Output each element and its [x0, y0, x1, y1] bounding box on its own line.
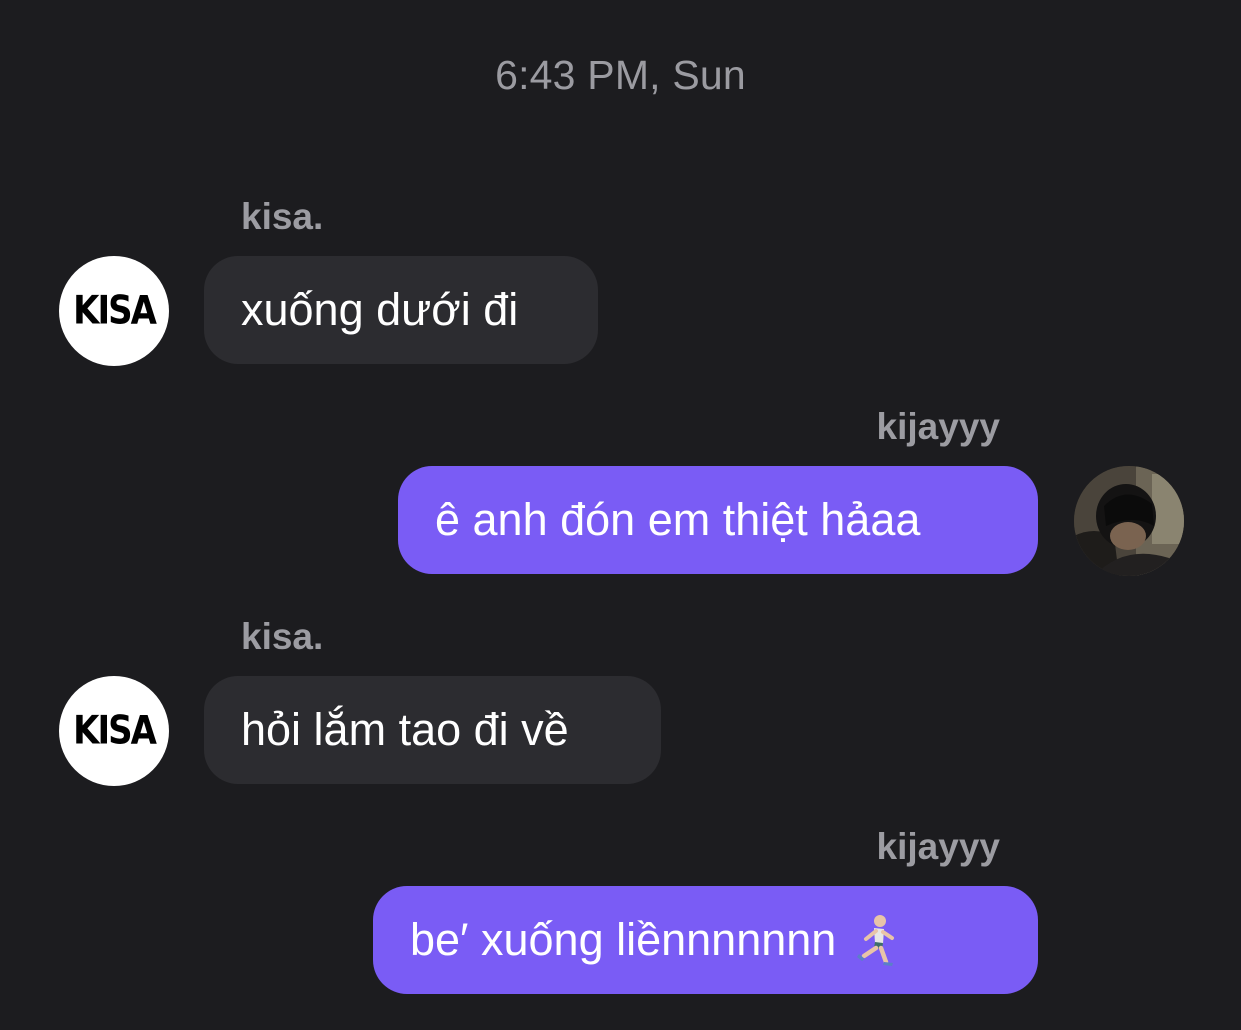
avatar[interactable] — [1074, 466, 1184, 576]
avatar[interactable]: KISA — [59, 256, 169, 366]
message-text: xuống dưới đi — [241, 284, 519, 335]
message-bubble-outgoing[interactable]: ê anh đón em thiệt hảaa — [398, 466, 1038, 574]
message-text: hỏi lắm tao đi về — [241, 704, 569, 755]
sender-name: kisa. — [241, 196, 324, 237]
avatar-logo: KISA — [73, 708, 157, 754]
message-text: be′ xuống liềnnnnnnn — [410, 914, 837, 965]
avatar-logo: KISA — [73, 288, 157, 334]
sender-name: kijayyy — [876, 826, 1000, 867]
message-bubble-incoming[interactable]: hỏi lắm tao đi về — [204, 676, 661, 784]
conversation-timestamp: 6:43 PM, Sun — [495, 52, 746, 98]
sender-name: kisa. — [241, 616, 324, 657]
profile-photo-icon — [1074, 466, 1184, 576]
sender-name: kijayyy — [876, 406, 1000, 447]
message-text: ê anh đón em thiệt hảaa — [435, 494, 921, 545]
message-bubble-outgoing[interactable]: be′ xuống liềnnnnnnn — [373, 886, 1038, 994]
running-person-icon — [857, 915, 895, 966]
message-bubble-incoming[interactable]: xuống dưới đi — [204, 256, 598, 364]
avatar[interactable]: KISA — [59, 676, 169, 786]
